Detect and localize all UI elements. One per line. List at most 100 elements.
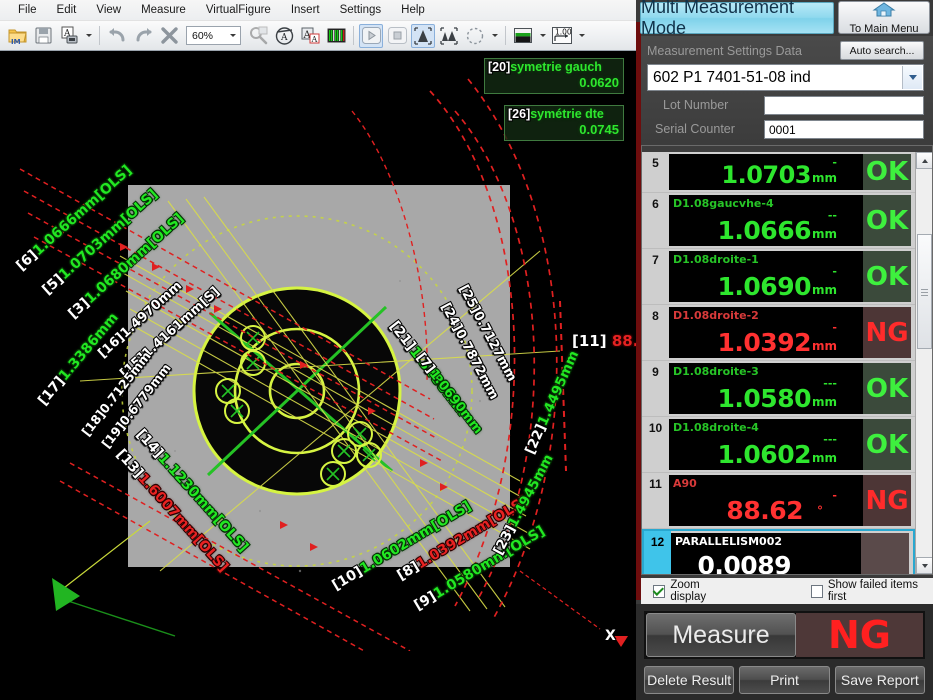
zoom-level-combobox[interactable]: 60% — [186, 26, 241, 45]
multi-peak-icon[interactable] — [437, 24, 461, 48]
table-row-selected[interactable]: 12 PARALLELISM002 0.0089 — [642, 529, 915, 574]
home-icon — [872, 1, 896, 23]
stop-icon[interactable] — [385, 24, 409, 48]
callout-symetrie-gauche[interactable]: [20]symetrie gauch 0.0620 — [484, 58, 624, 94]
row-judgement: OK — [863, 154, 911, 190]
measure-strip: Measure NG — [644, 611, 925, 659]
row-label: D1.08gaucvhe-4 — [673, 197, 774, 210]
callout-symetrie-droite[interactable]: [26]symétrie dte 0.0745 — [504, 105, 624, 141]
row-judgement: OK — [863, 363, 911, 414]
print-options-caret-icon[interactable] — [83, 24, 94, 48]
row-value: 1.0703 — [721, 161, 811, 189]
row-number: 10 — [648, 421, 663, 435]
row-unit: mm — [811, 283, 837, 297]
show-failed-first-checkbox[interactable]: Show failed items first — [810, 579, 933, 603]
lot-number-field[interactable] — [764, 96, 924, 115]
brightness-icon[interactable] — [511, 24, 535, 48]
table-row[interactable]: 8 D1.08droite-2 1.0392 mm - NG — [642, 305, 915, 361]
save-report-button[interactable]: Save Report — [834, 666, 925, 694]
to-main-menu-label: To Main Menu — [849, 22, 919, 35]
menu-settings[interactable]: Settings — [330, 2, 392, 18]
results-scrollbar[interactable] — [915, 152, 932, 574]
chevron-down-icon[interactable] — [902, 66, 922, 89]
table-row[interactable]: 9 D1.08droite-3 1.0580 mm --- OK — [642, 361, 915, 417]
row-judgement: NG — [863, 475, 911, 526]
table-row[interactable]: 6 D1.08gaucvhe-4 1.0666 mm -- OK — [642, 193, 915, 249]
open-folder-icon[interactable]: IM — [5, 24, 29, 48]
menu-measure[interactable]: Measure — [131, 2, 196, 18]
text-tool-icon[interactable]: A A — [298, 24, 322, 48]
row-body: D1.08droite-3 1.0580 mm --- OK — [669, 363, 911, 414]
scrollbar-thumb[interactable] — [917, 234, 932, 349]
toolbar-separator — [99, 26, 100, 45]
mode-title: Multi Measurement Mode — [640, 0, 834, 38]
table-row[interactable]: 11 A90 88.62 ° - NG — [642, 473, 915, 529]
lot-number-label: Lot Number — [663, 98, 729, 112]
menu-help[interactable]: Help — [391, 2, 435, 18]
table-row[interactable]: 5 1.0703 mm - OK — [642, 152, 915, 193]
scrollbar-grip-icon — [921, 288, 928, 296]
row-label: PARALLELISM002 — [675, 535, 783, 548]
row-value: 1.0392 — [717, 328, 812, 357]
settings-data-combobox[interactable]: 602 P1 7401-51-08 ind — [647, 64, 924, 91]
table-row[interactable]: 10 D1.08droite-4 1.0602 mm --- OK — [642, 417, 915, 473]
annotation-icon[interactable]: A — [272, 24, 296, 48]
row-value: 1.0666 — [717, 216, 812, 245]
print-icon[interactable]: A — [57, 24, 81, 48]
row-unit: mm — [811, 171, 837, 185]
row-main: D1.08droite-4 1.0602 mm --- — [669, 419, 863, 470]
circle-select-icon[interactable] — [463, 24, 487, 48]
print-button[interactable]: Print — [739, 666, 830, 694]
shape-options-caret-icon[interactable] — [489, 24, 500, 48]
serial-counter-label: Serial Counter — [655, 122, 735, 136]
measurement-side-panel: Multi Measurement Mode To Main Menu Meas… — [636, 0, 933, 700]
zoom-display-label: Zoom display — [670, 579, 707, 603]
row-value: 1.0690 — [717, 272, 812, 301]
action-panel: Measure NG Delete Result Print Save Repo… — [636, 604, 933, 700]
redo-icon[interactable] — [131, 24, 155, 48]
scale-caret-icon[interactable] — [576, 24, 587, 48]
measurement-image-canvas[interactable]: X [20]symetrie gauch 0.0620 [26]symétrie… — [0, 51, 636, 700]
overall-judgement: NG — [796, 613, 923, 657]
row-judgement: OK — [863, 251, 911, 302]
undo-icon[interactable] — [105, 24, 129, 48]
row-value: 88.62 — [726, 496, 803, 525]
checkbox-checked-icon[interactable] — [653, 584, 666, 598]
zoom-display-checkbox[interactable]: Zoom display — [653, 579, 735, 603]
zoom-tool-icon[interactable] — [246, 24, 270, 48]
delete-icon[interactable] — [157, 24, 181, 48]
scroll-up-button[interactable] — [916, 152, 932, 169]
row-main: 1.0703 mm - — [669, 154, 863, 190]
auto-search-button[interactable]: Auto search... — [840, 41, 924, 60]
histogram-icon[interactable] — [324, 24, 348, 48]
measurement-results-list[interactable]: 5 1.0703 mm - OK 6 D1.08gaucvhe-4 1.0666… — [641, 145, 933, 575]
menu-insert[interactable]: Insert — [281, 2, 330, 18]
row-body: D1.08droite-2 1.0392 mm - NG — [669, 307, 911, 358]
row-number: 12 — [644, 531, 671, 574]
brightness-caret-icon[interactable] — [537, 24, 548, 48]
callout-id-2: [26] — [508, 107, 531, 121]
to-main-menu-button[interactable]: To Main Menu — [838, 1, 930, 35]
save-icon[interactable] — [31, 24, 55, 48]
table-row[interactable]: 7 D1.08droite-1 1.0690 mm - OK — [642, 249, 915, 305]
checkbox-unchecked-icon[interactable] — [810, 584, 823, 598]
row-main: PARALLELISM002 0.0089 — [671, 533, 861, 574]
row-number: 7 — [652, 253, 659, 267]
toolbar-separator-3 — [505, 26, 506, 45]
menu-view[interactable]: View — [86, 2, 131, 18]
annotation-11: [11] 88.6 — [572, 334, 636, 349]
row-judgement: OK — [863, 419, 911, 470]
menu-file[interactable]: File — [8, 2, 47, 18]
scroll-down-button[interactable] — [916, 557, 932, 574]
measure-button[interactable]: Measure — [646, 613, 796, 657]
row-body: PARALLELISM002 0.0089 — [671, 533, 909, 574]
menu-edit[interactable]: Edit — [47, 2, 87, 18]
menu-virtualfigure[interactable]: VirtualFigure — [196, 2, 281, 18]
delete-result-button[interactable]: Delete Result — [644, 666, 735, 694]
row-tolerance: -- — [827, 209, 837, 222]
single-peak-icon[interactable] — [411, 23, 435, 48]
scale-icon[interactable]: 1.00 — [550, 24, 574, 48]
row-unit: mm — [811, 339, 837, 353]
serial-counter-field[interactable]: 0001 — [764, 120, 924, 139]
play-icon[interactable] — [359, 23, 383, 48]
